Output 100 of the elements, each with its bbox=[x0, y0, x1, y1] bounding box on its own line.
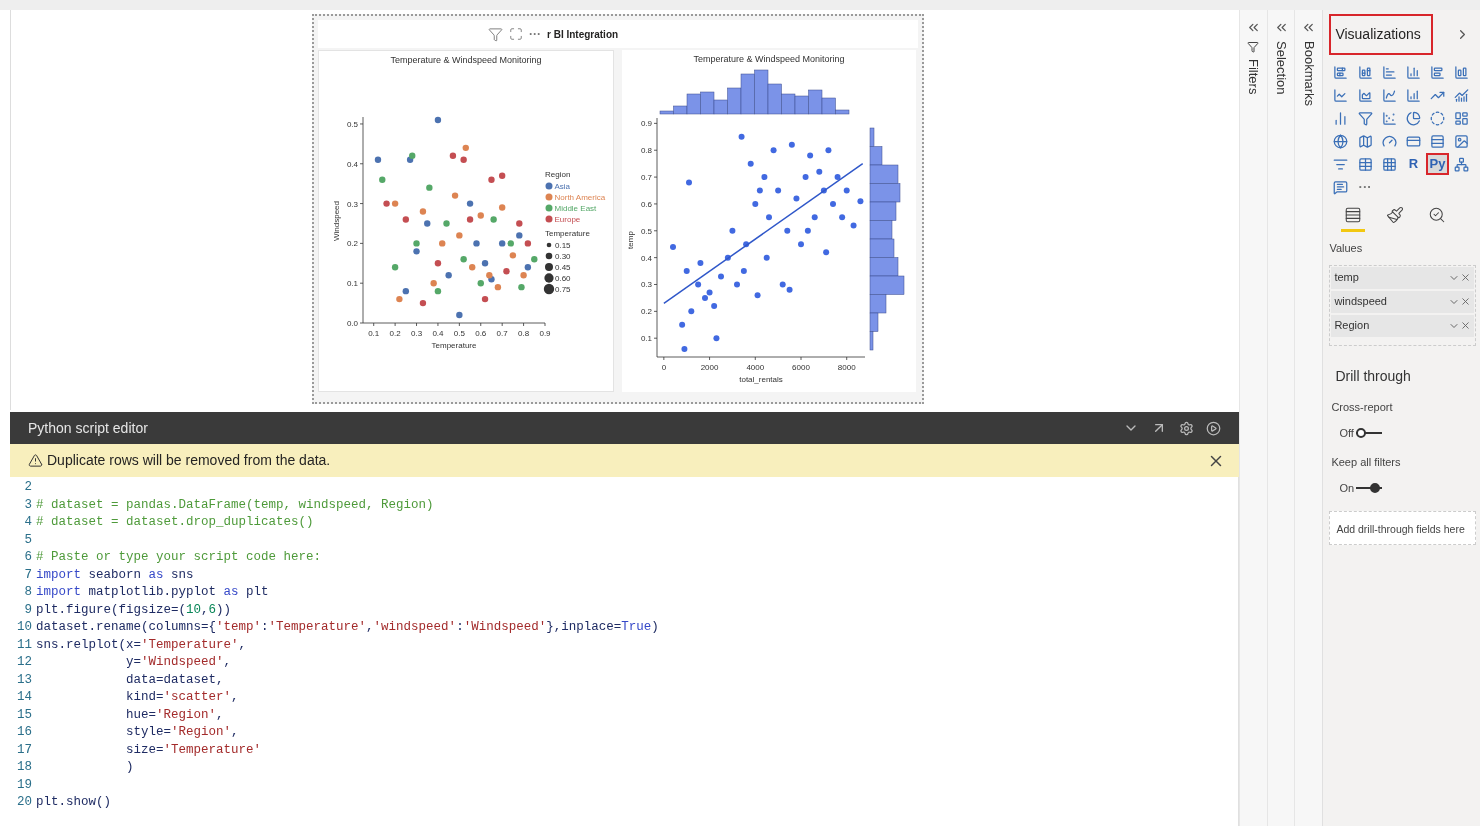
line-number: 20 bbox=[16, 794, 32, 812]
visual-type-button[interactable]: Py bbox=[1426, 153, 1450, 175]
tick-label: 0.3 bbox=[346, 199, 358, 209]
legend-label: Asia bbox=[554, 182, 571, 191]
field-pill[interactable]: Region bbox=[1331, 314, 1474, 337]
line-number: 14 bbox=[16, 689, 32, 707]
line-number: 9 bbox=[23, 601, 32, 619]
drop-zone[interactable]: Add drill-through fields here bbox=[1329, 510, 1476, 545]
tick-label: 0.7 bbox=[496, 329, 508, 338]
line-number: 17 bbox=[16, 741, 32, 759]
tick-label: 4000 bbox=[746, 363, 765, 372]
field-name: temp bbox=[1334, 270, 1359, 286]
legend-label: Middle East bbox=[554, 204, 597, 213]
tick-label: 0.4 bbox=[346, 159, 358, 169]
pane-label: Selection bbox=[1272, 41, 1290, 95]
tick-label: 0.2 bbox=[640, 307, 652, 317]
tick-label: 0.9 bbox=[539, 329, 551, 338]
line-number: 13 bbox=[16, 671, 32, 689]
collapsed-pane[interactable]: Bookmarks bbox=[1294, 10, 1323, 826]
line-number: 11 bbox=[16, 636, 32, 654]
drop-hint: Add drill-through fields here bbox=[1336, 522, 1465, 535]
code-line: plt.show() bbox=[36, 794, 111, 812]
tick-label: 0.1 bbox=[346, 279, 358, 289]
code-line: # Paste or type your script code here: bbox=[36, 549, 322, 567]
tick-label: 0.0 bbox=[346, 319, 358, 328]
legend-label: North America bbox=[554, 193, 606, 202]
field-name: windspeed bbox=[1334, 294, 1387, 310]
section-label: Values bbox=[1329, 241, 1364, 256]
code-line: import matplotlib.pyplot as plt bbox=[36, 584, 269, 602]
line-number: 6 bbox=[23, 549, 32, 567]
more-button[interactable]: ··· bbox=[1353, 176, 1377, 198]
tick-label: 0.2 bbox=[346, 239, 358, 249]
section-heading: Drill through bbox=[1334, 366, 1412, 386]
tick-label: 0.4 bbox=[432, 329, 444, 338]
field-pill[interactable]: windspeed bbox=[1331, 290, 1474, 313]
code-line: y='Windspeed', bbox=[125, 654, 232, 672]
toggle-label: Keep all filters bbox=[1331, 454, 1402, 470]
tick-label: 0.9 bbox=[640, 119, 652, 129]
tick-label: 0.2 bbox=[389, 329, 401, 338]
tick-label: 0.1 bbox=[640, 334, 652, 344]
line-number: 3 bbox=[23, 496, 32, 514]
code-line: plt.figure(figsize=(10,6)) bbox=[36, 601, 232, 619]
tick-label: 0.5 bbox=[640, 226, 652, 236]
tick-label: 6000 bbox=[792, 363, 810, 372]
line-number: 15 bbox=[16, 706, 32, 724]
code-line: kind='scatter', bbox=[125, 689, 239, 707]
collapsed-pane[interactable]: Selection bbox=[1266, 10, 1295, 826]
tick-label: 8000 bbox=[837, 363, 856, 372]
code-line: ) bbox=[125, 759, 134, 777]
legend-label: 0.75 bbox=[555, 285, 571, 294]
code-line: style='Region', bbox=[125, 724, 239, 742]
field-pill[interactable]: temp bbox=[1331, 266, 1474, 289]
warning-text: Duplicate rows will be removed from the data. bbox=[47, 451, 331, 470]
chart-title: Temperature & Windspeed Monitoring bbox=[390, 55, 542, 65]
more-options-button[interactable]: ··· bbox=[529, 25, 541, 43]
tick-label: 0.3 bbox=[410, 329, 423, 338]
collapsed-pane[interactable]: Filters bbox=[1238, 10, 1267, 826]
line-number: 2 bbox=[23, 479, 32, 497]
axis-label: total_rentals bbox=[739, 375, 783, 384]
code-line: dataset.rename(columns={'temp':'Temperature','windspeed':'Windspeed'},inplace=True) bbox=[36, 619, 659, 637]
legend-label: 0.30 bbox=[555, 252, 571, 261]
code-line: # dataset = pandas.DataFrame(temp, windspeed, Region) bbox=[36, 496, 434, 514]
tick-label: 0.6 bbox=[640, 199, 652, 209]
editor-title: Python script editor bbox=[28, 418, 148, 438]
line-number: 8 bbox=[23, 584, 32, 602]
code-line: import seaborn as sns bbox=[36, 566, 194, 584]
tick-label: 0.5 bbox=[346, 119, 358, 129]
tick-label: 2000 bbox=[700, 363, 719, 372]
tick-label: 0.1 bbox=[368, 329, 380, 338]
visual-title: r BI Integration bbox=[547, 27, 619, 42]
line-number: 10 bbox=[16, 619, 32, 637]
legend-label: 0.15 bbox=[555, 241, 571, 250]
code-line: hue='Region', bbox=[125, 706, 224, 724]
line-number: 19 bbox=[16, 776, 32, 794]
legend-label: Europe bbox=[554, 215, 581, 224]
line-number: 7 bbox=[23, 566, 32, 584]
code-line: sns.relplot(x='Temperature', bbox=[36, 636, 247, 654]
tick-label: 0.7 bbox=[640, 173, 652, 183]
pane-label: Bookmarks bbox=[1300, 41, 1318, 107]
tick-label: 0.8 bbox=[518, 329, 530, 338]
line-number: 5 bbox=[23, 531, 32, 549]
tick-label: 0 bbox=[661, 363, 667, 372]
tick-label: 0.6 bbox=[475, 329, 487, 338]
tick-label: 0.3 bbox=[640, 280, 652, 290]
axis-label: Windspeed bbox=[332, 201, 341, 241]
pane-title: Visualizations bbox=[1329, 14, 1434, 55]
field-name: Region bbox=[1334, 318, 1370, 334]
line-number: 18 bbox=[16, 759, 32, 777]
code-line: data=dataset, bbox=[125, 671, 224, 689]
legend-title: Temperature bbox=[545, 229, 590, 238]
tick-label: 0.5 bbox=[453, 329, 465, 338]
visual-type-button[interactable]: R bbox=[1401, 153, 1425, 175]
code-line: size='Temperature' bbox=[125, 741, 262, 759]
axis-label: Temperature bbox=[431, 341, 477, 350]
line-number: 16 bbox=[16, 724, 32, 742]
code-line: # dataset = dataset.drop_duplicates() bbox=[36, 514, 314, 532]
legend-title: Region bbox=[545, 170, 571, 179]
legend-label: 0.60 bbox=[555, 274, 571, 283]
tick-label: 0.4 bbox=[640, 253, 652, 263]
pane-label: Filters bbox=[1244, 59, 1262, 95]
